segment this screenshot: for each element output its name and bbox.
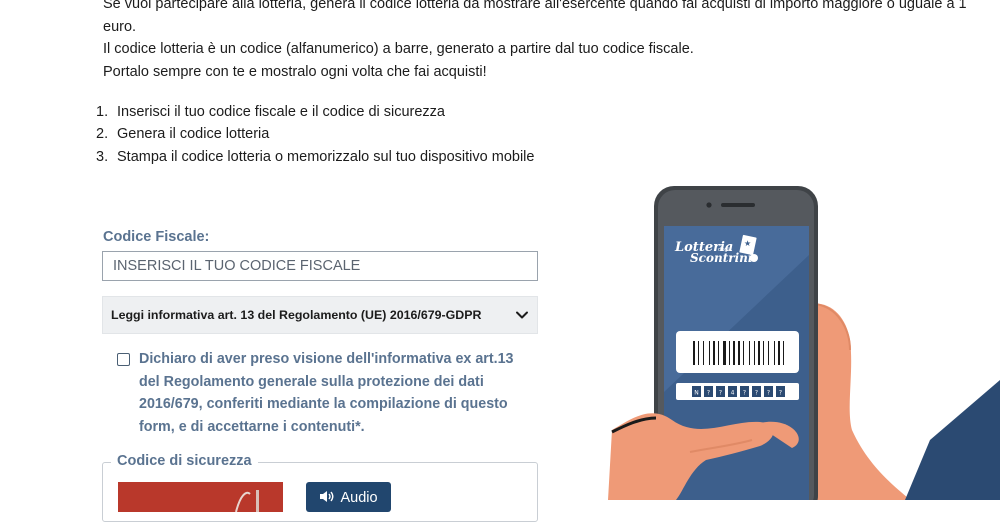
codice-fiscale-input[interactable] bbox=[102, 251, 538, 281]
step-text: Genera il codice lotteria bbox=[117, 126, 270, 143]
step-item: 2. Genera il codice lotteria bbox=[96, 123, 534, 145]
barcode-bar bbox=[733, 341, 735, 365]
gdpr-info-label: Leggi informativa art. 13 del Regolament… bbox=[111, 308, 482, 322]
intro-text: Se vuoi partecipare alla lotteria, gener… bbox=[103, 0, 993, 83]
captcha-image bbox=[118, 482, 283, 512]
barcode-bar bbox=[738, 341, 740, 365]
step-item: 1. Inserisci il tuo codice fiscale e il c… bbox=[96, 101, 534, 123]
barcode-bar bbox=[783, 341, 784, 365]
step-text: Inserisci il tuo codice fiscale e il cod… bbox=[117, 104, 445, 120]
barcode-bar bbox=[778, 341, 780, 365]
barcode-bar bbox=[774, 341, 775, 365]
barcode-bar bbox=[749, 341, 750, 365]
barcode-bar bbox=[768, 341, 769, 365]
step-item: 3. Stampa il codice lotteria o memorizzal… bbox=[96, 146, 534, 168]
steps-list: 1. Inserisci il tuo codice fiscale e il c… bbox=[96, 101, 534, 168]
barcode-bar bbox=[723, 341, 726, 365]
barcode-bar bbox=[729, 341, 730, 365]
code-char: ? bbox=[743, 390, 746, 397]
barcode-bar bbox=[698, 341, 699, 365]
code-char: ? bbox=[779, 390, 782, 397]
code-char: ? bbox=[719, 390, 722, 397]
security-code-legend: Codice di sicurezza bbox=[111, 453, 258, 469]
consent-text: Dichiaro di aver preso visione dell'info… bbox=[139, 351, 514, 435]
audio-label: Audio bbox=[340, 490, 378, 506]
star-icon: ★ bbox=[744, 239, 751, 248]
barcode-bar bbox=[743, 341, 744, 365]
intro-paragraph-1: Se vuoi partecipare alla lotteria, gener… bbox=[103, 0, 967, 35]
code-char: 4 bbox=[731, 390, 735, 397]
step-text: Stampa il codice lotteria o memorizzalo … bbox=[117, 148, 535, 165]
codice-fiscale-label: Codice Fiscale: bbox=[103, 229, 210, 245]
code-char: ? bbox=[767, 390, 770, 397]
phone-illustration: Lotteria degli Scontrini ★ N?? 4???? bbox=[600, 180, 1000, 516]
code-char: ? bbox=[707, 390, 710, 397]
gdpr-info-accordion[interactable]: Leggi informativa art. 13 del Regolament… bbox=[102, 296, 538, 334]
barcode-bar bbox=[718, 341, 719, 365]
barcode-bar bbox=[763, 341, 764, 365]
barcode-bar bbox=[758, 341, 760, 365]
intro-paragraph-3: Portalo sempre con te e mostralo ogni vo… bbox=[103, 63, 487, 80]
intro-paragraph-2: Il codice lotteria è un codice (alfanume… bbox=[103, 41, 694, 58]
code-char: N bbox=[694, 390, 699, 397]
code-char: ? bbox=[755, 390, 758, 397]
barcode-bar bbox=[703, 341, 704, 365]
audio-button[interactable]: Audio bbox=[306, 482, 391, 512]
chevron-down-icon bbox=[516, 311, 528, 319]
barcode-bar bbox=[713, 341, 715, 365]
consent-checkbox[interactable] bbox=[117, 353, 130, 366]
barcode-bar bbox=[754, 341, 755, 365]
barcode-bar bbox=[709, 341, 710, 365]
speaker-icon bbox=[320, 491, 334, 502]
consent-row: Dichiaro di aver preso visione dell'info… bbox=[117, 348, 537, 438]
barcode-bar bbox=[693, 341, 695, 365]
